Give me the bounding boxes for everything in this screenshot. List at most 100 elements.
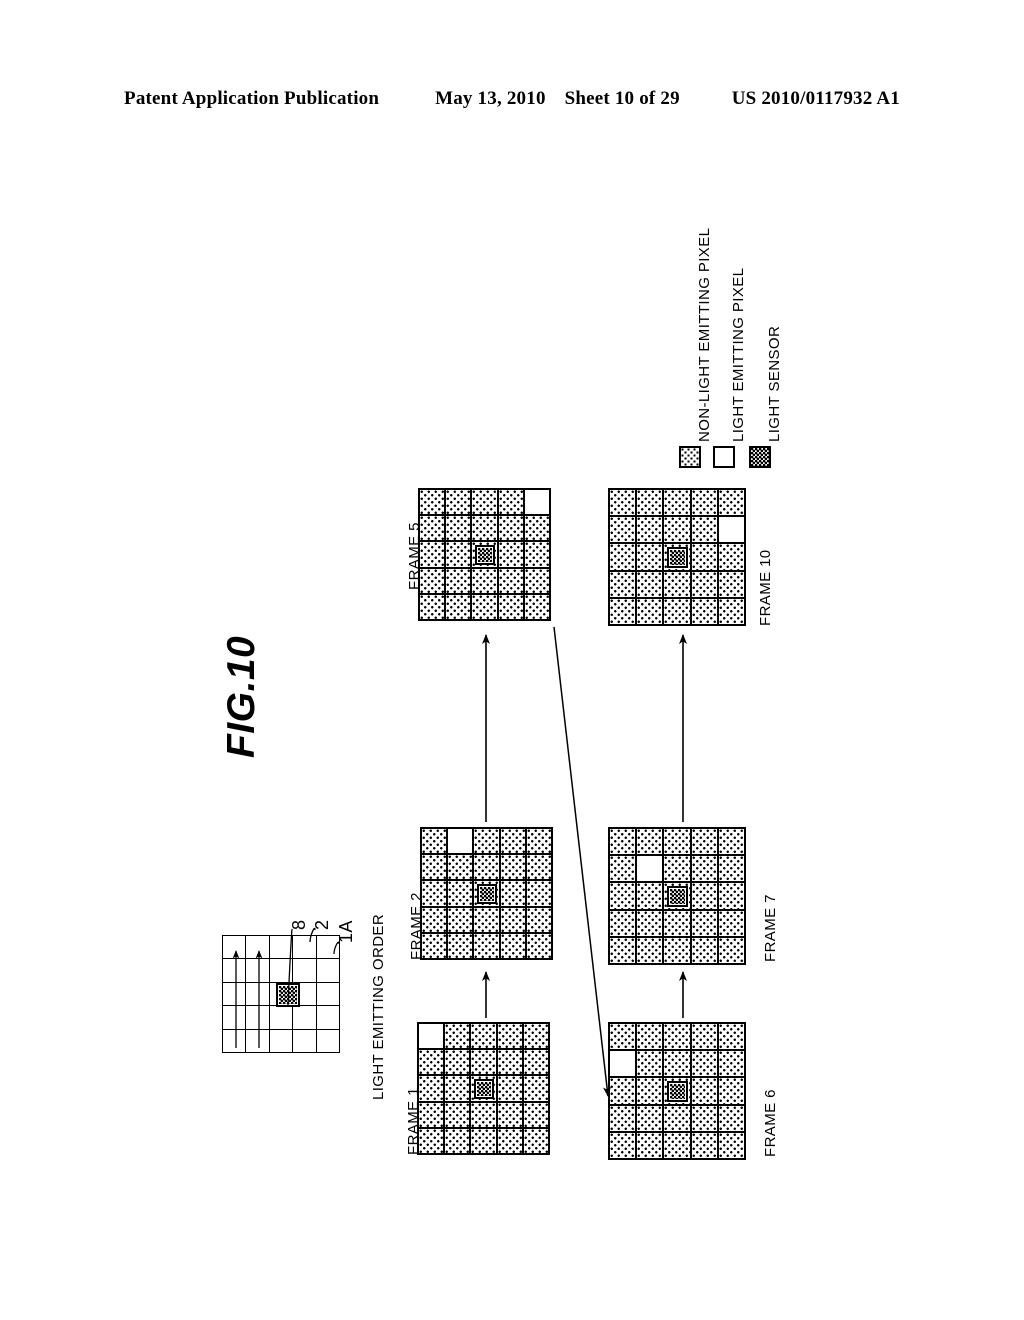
- legend-swatch-light-emitting-pixel: [713, 446, 735, 468]
- pixel-non-light-emitting: [637, 1024, 663, 1050]
- pixel-non-light-emitting: [691, 910, 717, 936]
- reference-pixel: [316, 1006, 339, 1029]
- light-sensor-1: [474, 1079, 495, 1100]
- reference-pixel: [246, 982, 269, 1006]
- pixel-non-light-emitting: [664, 571, 690, 597]
- pixel-non-light-emitting: [419, 1050, 444, 1075]
- pixel-non-light-emitting: [691, 1132, 717, 1158]
- reference-pixel: [269, 1006, 293, 1029]
- pixel-non-light-emitting: [445, 1024, 470, 1049]
- pixel-non-light-emitting: [691, 490, 717, 516]
- reference-label-1a: 1A: [336, 920, 356, 943]
- pixel-non-light-emitting: [471, 1102, 496, 1127]
- pixel-non-light-emitting: [637, 910, 663, 936]
- pixel-non-light-emitting: [718, 883, 744, 909]
- pixel-light-emitting: [718, 517, 744, 543]
- frame-label-2: FRAME 2: [408, 892, 425, 960]
- reference-label-8: 8: [289, 919, 309, 930]
- pixel-non-light-emitting: [446, 490, 471, 515]
- pixel-light-emitting: [419, 1024, 444, 1049]
- pixel-non-light-emitting: [471, 1128, 496, 1153]
- pixel-non-light-emitting: [718, 571, 744, 597]
- frame-label-10: FRAME 10: [757, 549, 774, 626]
- pixel-non-light-emitting: [664, 490, 690, 516]
- pixel-non-light-emitting: [637, 1078, 663, 1104]
- reference-pixel: [293, 936, 316, 959]
- pixel-non-light-emitting: [474, 829, 499, 854]
- pixel-non-light-emitting: [448, 907, 473, 932]
- pixel-non-light-emitting: [498, 542, 523, 567]
- light-sensor-2: [477, 884, 498, 905]
- pixel-non-light-emitting: [610, 571, 636, 597]
- pixel-non-light-emitting: [471, 1024, 496, 1049]
- pixel-non-light-emitting: [691, 829, 717, 855]
- pixel-non-light-emitting: [718, 910, 744, 936]
- pixel-non-light-emitting: [472, 516, 497, 541]
- pixel-non-light-emitting: [523, 1024, 548, 1049]
- pixel-non-light-emitting: [637, 544, 663, 570]
- pixel-non-light-emitting: [523, 1102, 548, 1127]
- pixel-non-light-emitting: [419, 1128, 444, 1153]
- figure-10: FIG.10 8 2 1A LIGHT EMITTING ORDER FRAME…: [0, 0, 1024, 1320]
- pixel-non-light-emitting: [500, 829, 525, 854]
- pixel-non-light-emitting: [637, 1051, 663, 1077]
- pixel-non-light-emitting: [718, 856, 744, 882]
- pixel-non-light-emitting: [472, 594, 497, 619]
- pixel-non-light-emitting: [523, 1128, 548, 1153]
- pixel-non-light-emitting: [474, 933, 499, 958]
- pixel-light-emitting: [610, 1051, 636, 1077]
- pixel-non-light-emitting: [637, 883, 663, 909]
- light-sensor-fill: [670, 1084, 686, 1100]
- reference-pixel: [246, 936, 269, 959]
- reference-pixel: [246, 1006, 269, 1029]
- pixel-non-light-emitting: [497, 1076, 522, 1101]
- pixel-non-light-emitting: [691, 571, 717, 597]
- frame-label-5: FRAME 5: [406, 522, 423, 590]
- pixel-non-light-emitting: [422, 907, 447, 932]
- pixel-non-light-emitting: [718, 490, 744, 516]
- pixel-non-light-emitting: [524, 568, 549, 593]
- pixel-light-emitting: [524, 490, 549, 515]
- legend-label-light-emitting-pixel: LIGHT EMITTING PIXEL: [730, 267, 747, 442]
- pixel-non-light-emitting: [610, 544, 636, 570]
- pixel-non-light-emitting: [637, 1132, 663, 1158]
- pixel-non-light-emitting: [691, 517, 717, 543]
- pixel-non-light-emitting: [637, 829, 663, 855]
- reference-label-2: 2: [312, 919, 332, 930]
- pixel-non-light-emitting: [610, 829, 636, 855]
- reference-pixel: [246, 959, 269, 982]
- pixel-non-light-emitting: [498, 568, 523, 593]
- pixel-non-light-emitting: [526, 881, 551, 906]
- reference-light-sensor: [276, 983, 300, 1007]
- pixel-non-light-emitting: [422, 829, 447, 854]
- pixel-non-light-emitting: [691, 1024, 717, 1050]
- pixel-non-light-emitting: [610, 910, 636, 936]
- pixel-non-light-emitting: [718, 1078, 744, 1104]
- pixel-non-light-emitting: [422, 933, 447, 958]
- pixel-non-light-emitting: [637, 490, 663, 516]
- pixel-non-light-emitting: [448, 855, 473, 880]
- legend-swatch-light-sensor: [749, 446, 771, 468]
- light-sensor-6: [667, 1081, 689, 1103]
- frame-label-1: FRAME 1: [405, 1087, 422, 1155]
- light-sensor-fill: [670, 550, 686, 566]
- frame-label-6: FRAME 6: [762, 1089, 779, 1157]
- pixel-non-light-emitting: [497, 1050, 522, 1075]
- pixel-non-light-emitting: [637, 937, 663, 963]
- pixel-non-light-emitting: [422, 855, 447, 880]
- reference-pixel: [293, 959, 316, 982]
- reference-pixel: [269, 959, 293, 982]
- pixel-non-light-emitting: [471, 1050, 496, 1075]
- pixel-non-light-emitting: [445, 1050, 470, 1075]
- light-sensor-fill: [478, 548, 493, 563]
- pixel-non-light-emitting: [610, 1024, 636, 1050]
- pixel-non-light-emitting: [664, 856, 690, 882]
- reference-pixel: [316, 982, 339, 1006]
- pixel-non-light-emitting: [474, 855, 499, 880]
- pixel-non-light-emitting: [448, 933, 473, 958]
- pixel-non-light-emitting: [420, 594, 445, 619]
- pixel-non-light-emitting: [526, 855, 551, 880]
- arrow-frame5-to-frame6: [553, 626, 611, 1097]
- pixel-non-light-emitting: [718, 598, 744, 624]
- pixel-non-light-emitting: [500, 907, 525, 932]
